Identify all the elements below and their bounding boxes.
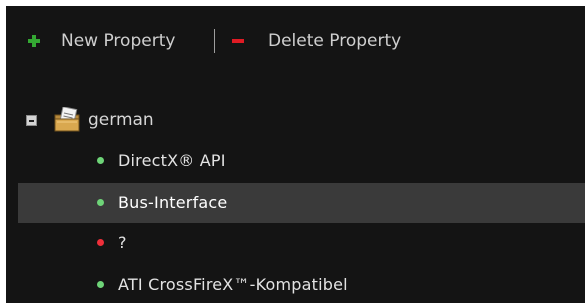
tree-item-label: DirectX® API xyxy=(118,151,226,170)
status-dot-icon xyxy=(97,157,104,164)
minus-icon xyxy=(232,39,244,43)
tree-root-node[interactable]: german xyxy=(6,102,585,138)
tree-item[interactable]: ? xyxy=(18,223,585,263)
tree-item[interactable]: DirectX® API xyxy=(18,141,585,181)
tree-item-label: ? xyxy=(118,233,127,252)
toolbar-separator xyxy=(214,29,215,53)
delete-property-button[interactable]: Delete Property xyxy=(232,30,401,52)
new-property-label: New Property xyxy=(61,31,176,51)
property-panel: New Property Delete Property german Dire… xyxy=(6,6,585,303)
status-dot-icon xyxy=(97,239,104,246)
tree-item[interactable]: ATI CrossFireX™-Kompatibel xyxy=(18,265,585,303)
tree-item-label: Bus-Interface xyxy=(118,193,228,212)
status-dot-icon xyxy=(97,199,104,206)
plus-icon xyxy=(28,35,40,47)
new-property-button[interactable]: New Property xyxy=(28,30,175,52)
tree-root-label: german xyxy=(88,110,154,130)
collapse-toggle-icon[interactable] xyxy=(26,115,37,126)
status-dot-icon xyxy=(97,281,104,288)
tree-item-label: ATI CrossFireX™-Kompatibel xyxy=(118,275,348,294)
document-folder-icon xyxy=(54,106,82,133)
delete-property-label: Delete Property xyxy=(268,31,402,51)
tree-item[interactable]: Bus-Interface xyxy=(18,183,585,223)
toolbar: New Property Delete Property xyxy=(6,6,585,74)
